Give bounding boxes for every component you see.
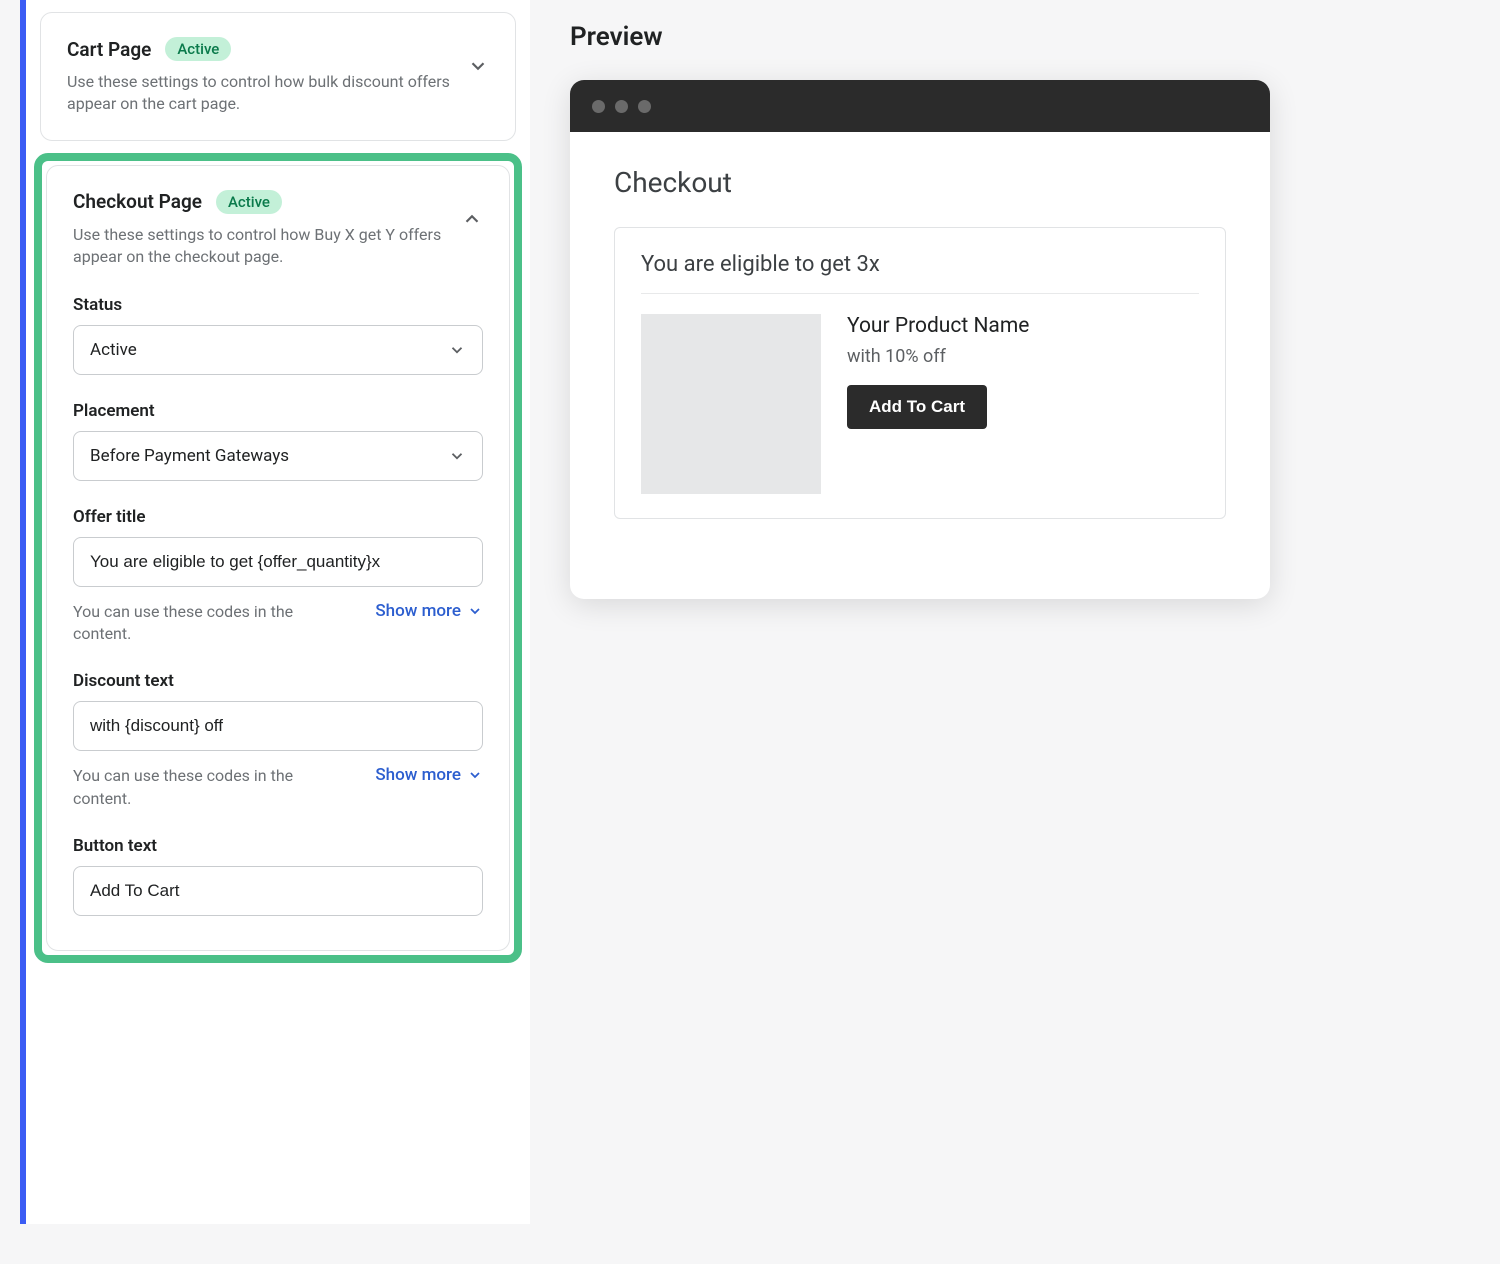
checkout-heading: Checkout <box>614 166 1226 199</box>
button-text-input[interactable] <box>73 866 483 916</box>
product-image-placeholder <box>641 314 821 494</box>
show-more-label: Show more <box>375 601 461 621</box>
show-more-label: Show more <box>375 765 461 785</box>
offer-heading: You are eligible to get 3x <box>641 252 1199 294</box>
checkout-page-badge: Active <box>216 190 282 214</box>
chevron-down-icon[interactable] <box>467 55 489 77</box>
checkout-page-desc: Use these settings to control how Buy X … <box>73 224 461 269</box>
preview-browser-frame: Checkout You are eligible to get 3x Your… <box>570 80 1270 599</box>
offer-title-helper: You can use these codes in the content. <box>73 601 303 646</box>
offer-title-input[interactable] <box>73 537 483 587</box>
offer-title-label: Offer title <box>73 507 483 527</box>
settings-panel: Cart Page Active Use these settings to c… <box>20 0 530 1224</box>
offer-box: You are eligible to get 3x Your Product … <box>614 227 1226 519</box>
preview-discount-text: with 10% off <box>847 346 1029 367</box>
window-dot-icon <box>592 100 605 113</box>
status-select[interactable]: Active <box>73 325 483 375</box>
discount-text-helper: You can use these codes in the content. <box>73 765 303 810</box>
offer-title-show-more[interactable]: Show more <box>375 601 483 621</box>
discount-text-label: Discount text <box>73 671 483 691</box>
cart-page-title: Cart Page <box>67 38 151 61</box>
discount-text-show-more[interactable]: Show more <box>375 765 483 785</box>
chevron-down-icon <box>467 767 483 783</box>
chevron-down-icon <box>448 447 466 465</box>
cart-page-card[interactable]: Cart Page Active Use these settings to c… <box>40 12 516 141</box>
placement-value: Before Payment Gateways <box>90 446 289 466</box>
cart-page-desc: Use these settings to control how bulk d… <box>67 71 467 116</box>
browser-titlebar <box>570 80 1270 132</box>
status-label: Status <box>73 295 483 315</box>
product-name: Your Product Name <box>847 314 1029 338</box>
chevron-up-icon[interactable] <box>461 208 483 230</box>
cart-page-badge: Active <box>165 37 231 61</box>
chevron-down-icon <box>448 341 466 359</box>
discount-text-input[interactable] <box>73 701 483 751</box>
chevron-down-icon <box>467 603 483 619</box>
placement-select[interactable]: Before Payment Gateways <box>73 431 483 481</box>
checkout-page-highlight: Checkout Page Active Use these settings … <box>34 153 522 963</box>
preview-panel: Preview Checkout You are eligible to get… <box>570 0 1480 1224</box>
checkout-page-title: Checkout Page <box>73 190 202 213</box>
add-to-cart-button[interactable]: Add To Cart <box>847 385 987 429</box>
window-dot-icon <box>615 100 628 113</box>
status-value: Active <box>90 340 137 360</box>
preview-title: Preview <box>570 22 1480 52</box>
window-dot-icon <box>638 100 651 113</box>
checkout-page-card: Checkout Page Active Use these settings … <box>46 165 510 951</box>
placement-label: Placement <box>73 401 483 421</box>
button-text-label: Button text <box>73 836 483 856</box>
